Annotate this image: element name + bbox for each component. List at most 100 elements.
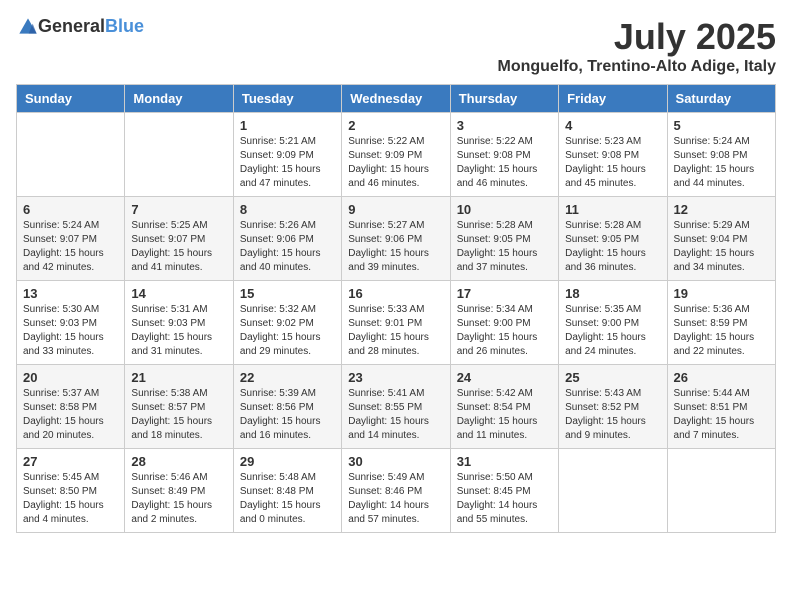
day-info: Sunrise: 5:37 AMSunset: 8:58 PMDaylight:… xyxy=(23,387,118,443)
day-number: 7 xyxy=(131,202,226,217)
calendar-cell: 5 Sunrise: 5:24 AMSunset: 9:08 PMDaylight… xyxy=(667,113,775,197)
calendar-cell: 31 Sunrise: 5:50 AMSunset: 8:45 PMDayligh… xyxy=(450,449,558,533)
calendar-cell: 20 Sunrise: 5:37 AMSunset: 8:58 PMDayligh… xyxy=(17,365,125,449)
day-number: 24 xyxy=(457,370,552,385)
logo-general-text: General xyxy=(38,16,105,36)
day-info: Sunrise: 5:28 AMSunset: 9:05 PMDaylight:… xyxy=(565,219,660,275)
weekday-header: Saturday xyxy=(667,85,775,113)
day-info: Sunrise: 5:35 AMSunset: 9:00 PMDaylight:… xyxy=(565,303,660,359)
logo-blue-text: Blue xyxy=(105,16,144,36)
day-info: Sunrise: 5:22 AMSunset: 9:08 PMDaylight:… xyxy=(457,135,552,191)
calendar-cell: 9 Sunrise: 5:27 AMSunset: 9:06 PMDaylight… xyxy=(342,197,450,281)
calendar-table: SundayMondayTuesdayWednesdayThursdayFrid… xyxy=(16,84,776,533)
day-number: 9 xyxy=(348,202,443,217)
calendar-cell: 16Sunrise: 5:33 AMSunset: 9:01 PMDayligh… xyxy=(342,281,450,365)
day-number: 12 xyxy=(674,202,769,217)
day-info: Sunrise: 5:45 AMSunset: 8:50 PMDaylight:… xyxy=(23,471,118,527)
day-number: 16 xyxy=(348,286,443,301)
day-info: Sunrise: 5:49 AMSunset: 8:46 PMDaylight:… xyxy=(348,471,443,527)
calendar-cell: 11 Sunrise: 5:28 AMSunset: 9:05 PMDayligh… xyxy=(559,197,667,281)
location-subtitle: Monguelfo, Trentino-Alto Adige, Italy xyxy=(498,58,777,76)
day-info: Sunrise: 5:29 AMSunset: 9:04 PMDaylight:… xyxy=(674,219,769,275)
calendar-cell: 24 Sunrise: 5:42 AMSunset: 8:54 PMDayligh… xyxy=(450,365,558,449)
calendar-week-row: 20 Sunrise: 5:37 AMSunset: 8:58 PMDayligh… xyxy=(17,365,776,449)
calendar-cell: 14 Sunrise: 5:31 AMSunset: 9:03 PMDayligh… xyxy=(125,281,233,365)
day-number: 17 xyxy=(457,286,552,301)
day-info: Sunrise: 5:38 AMSunset: 8:57 PMDaylight:… xyxy=(131,387,226,443)
day-number: 6 xyxy=(23,202,118,217)
calendar-cell xyxy=(17,113,125,197)
day-info: Sunrise: 5:26 AMSunset: 9:06 PMDaylight:… xyxy=(240,219,335,275)
calendar-cell xyxy=(125,113,233,197)
day-info: Sunrise: 5:48 AMSunset: 8:48 PMDaylight:… xyxy=(240,471,335,527)
calendar-cell xyxy=(559,449,667,533)
calendar-cell: 3 Sunrise: 5:22 AMSunset: 9:08 PMDaylight… xyxy=(450,113,558,197)
weekday-header: Tuesday xyxy=(233,85,341,113)
calendar-week-row: 27 Sunrise: 5:45 AMSunset: 8:50 PMDayligh… xyxy=(17,449,776,533)
day-info: Sunrise: 5:31 AMSunset: 9:03 PMDaylight:… xyxy=(131,303,226,359)
logo-icon xyxy=(18,17,38,37)
calendar-cell: 29 Sunrise: 5:48 AMSunset: 8:48 PMDayligh… xyxy=(233,449,341,533)
month-year-title: July 2025 xyxy=(498,16,777,58)
day-info: Sunrise: 5:46 AMSunset: 8:49 PMDaylight:… xyxy=(131,471,226,527)
calendar-week-row: 13Sunrise: 5:30 AMSunset: 9:03 PMDayligh… xyxy=(17,281,776,365)
calendar-cell: 7 Sunrise: 5:25 AMSunset: 9:07 PMDaylight… xyxy=(125,197,233,281)
day-info: Sunrise: 5:30 AMSunset: 9:03 PMDaylight:… xyxy=(23,303,118,359)
day-number: 19 xyxy=(674,286,769,301)
day-number: 1 xyxy=(240,118,335,133)
calendar-cell: 23Sunrise: 5:41 AMSunset: 8:55 PMDayligh… xyxy=(342,365,450,449)
day-info: Sunrise: 5:24 AMSunset: 9:08 PMDaylight:… xyxy=(674,135,769,191)
calendar-cell: 6Sunrise: 5:24 AMSunset: 9:07 PMDaylight… xyxy=(17,197,125,281)
calendar-cell: 19 Sunrise: 5:36 AMSunset: 8:59 PMDayligh… xyxy=(667,281,775,365)
logo: GeneralBlue xyxy=(16,16,144,37)
day-info: Sunrise: 5:25 AMSunset: 9:07 PMDaylight:… xyxy=(131,219,226,275)
day-number: 25 xyxy=(565,370,660,385)
weekday-header: Friday xyxy=(559,85,667,113)
day-info: Sunrise: 5:43 AMSunset: 8:52 PMDaylight:… xyxy=(565,387,660,443)
day-number: 20 xyxy=(23,370,118,385)
page-header: GeneralBlue July 2025 Monguelfo, Trentin… xyxy=(16,16,776,76)
calendar-cell: 25 Sunrise: 5:43 AMSunset: 8:52 PMDayligh… xyxy=(559,365,667,449)
calendar-cell: 15Sunrise: 5:32 AMSunset: 9:02 PMDayligh… xyxy=(233,281,341,365)
day-info: Sunrise: 5:36 AMSunset: 8:59 PMDaylight:… xyxy=(674,303,769,359)
day-info: Sunrise: 5:42 AMSunset: 8:54 PMDaylight:… xyxy=(457,387,552,443)
day-number: 15 xyxy=(240,286,335,301)
calendar-cell: 22 Sunrise: 5:39 AMSunset: 8:56 PMDayligh… xyxy=(233,365,341,449)
calendar-header-row: SundayMondayTuesdayWednesdayThursdayFrid… xyxy=(17,85,776,113)
day-info: Sunrise: 5:44 AMSunset: 8:51 PMDaylight:… xyxy=(674,387,769,443)
title-area: July 2025 Monguelfo, Trentino-Alto Adige… xyxy=(498,16,777,76)
calendar-cell: 18 Sunrise: 5:35 AMSunset: 9:00 PMDayligh… xyxy=(559,281,667,365)
day-number: 4 xyxy=(565,118,660,133)
day-info: Sunrise: 5:39 AMSunset: 8:56 PMDaylight:… xyxy=(240,387,335,443)
calendar-cell: 12 Sunrise: 5:29 AMSunset: 9:04 PMDayligh… xyxy=(667,197,775,281)
day-number: 2 xyxy=(348,118,443,133)
day-number: 8 xyxy=(240,202,335,217)
calendar-week-row: 6Sunrise: 5:24 AMSunset: 9:07 PMDaylight… xyxy=(17,197,776,281)
calendar-cell: 28 Sunrise: 5:46 AMSunset: 8:49 PMDayligh… xyxy=(125,449,233,533)
day-number: 23 xyxy=(348,370,443,385)
day-number: 5 xyxy=(674,118,769,133)
day-info: Sunrise: 5:23 AMSunset: 9:08 PMDaylight:… xyxy=(565,135,660,191)
day-number: 27 xyxy=(23,454,118,469)
day-number: 22 xyxy=(240,370,335,385)
calendar-cell: 2Sunrise: 5:22 AMSunset: 9:09 PMDaylight… xyxy=(342,113,450,197)
day-number: 11 xyxy=(565,202,660,217)
day-number: 14 xyxy=(131,286,226,301)
day-number: 3 xyxy=(457,118,552,133)
day-number: 30 xyxy=(348,454,443,469)
day-info: Sunrise: 5:27 AMSunset: 9:06 PMDaylight:… xyxy=(348,219,443,275)
calendar-cell: 10Sunrise: 5:28 AMSunset: 9:05 PMDayligh… xyxy=(450,197,558,281)
weekday-header: Wednesday xyxy=(342,85,450,113)
day-info: Sunrise: 5:21 AMSunset: 9:09 PMDaylight:… xyxy=(240,135,335,191)
day-number: 31 xyxy=(457,454,552,469)
weekday-header: Thursday xyxy=(450,85,558,113)
day-number: 28 xyxy=(131,454,226,469)
day-info: Sunrise: 5:50 AMSunset: 8:45 PMDaylight:… xyxy=(457,471,552,527)
day-number: 29 xyxy=(240,454,335,469)
calendar-cell: 13Sunrise: 5:30 AMSunset: 9:03 PMDayligh… xyxy=(17,281,125,365)
calendar-cell: 8 Sunrise: 5:26 AMSunset: 9:06 PMDaylight… xyxy=(233,197,341,281)
day-number: 18 xyxy=(565,286,660,301)
calendar-cell: 26Sunrise: 5:44 AMSunset: 8:51 PMDayligh… xyxy=(667,365,775,449)
calendar-cell: 27 Sunrise: 5:45 AMSunset: 8:50 PMDayligh… xyxy=(17,449,125,533)
calendar-cell xyxy=(667,449,775,533)
